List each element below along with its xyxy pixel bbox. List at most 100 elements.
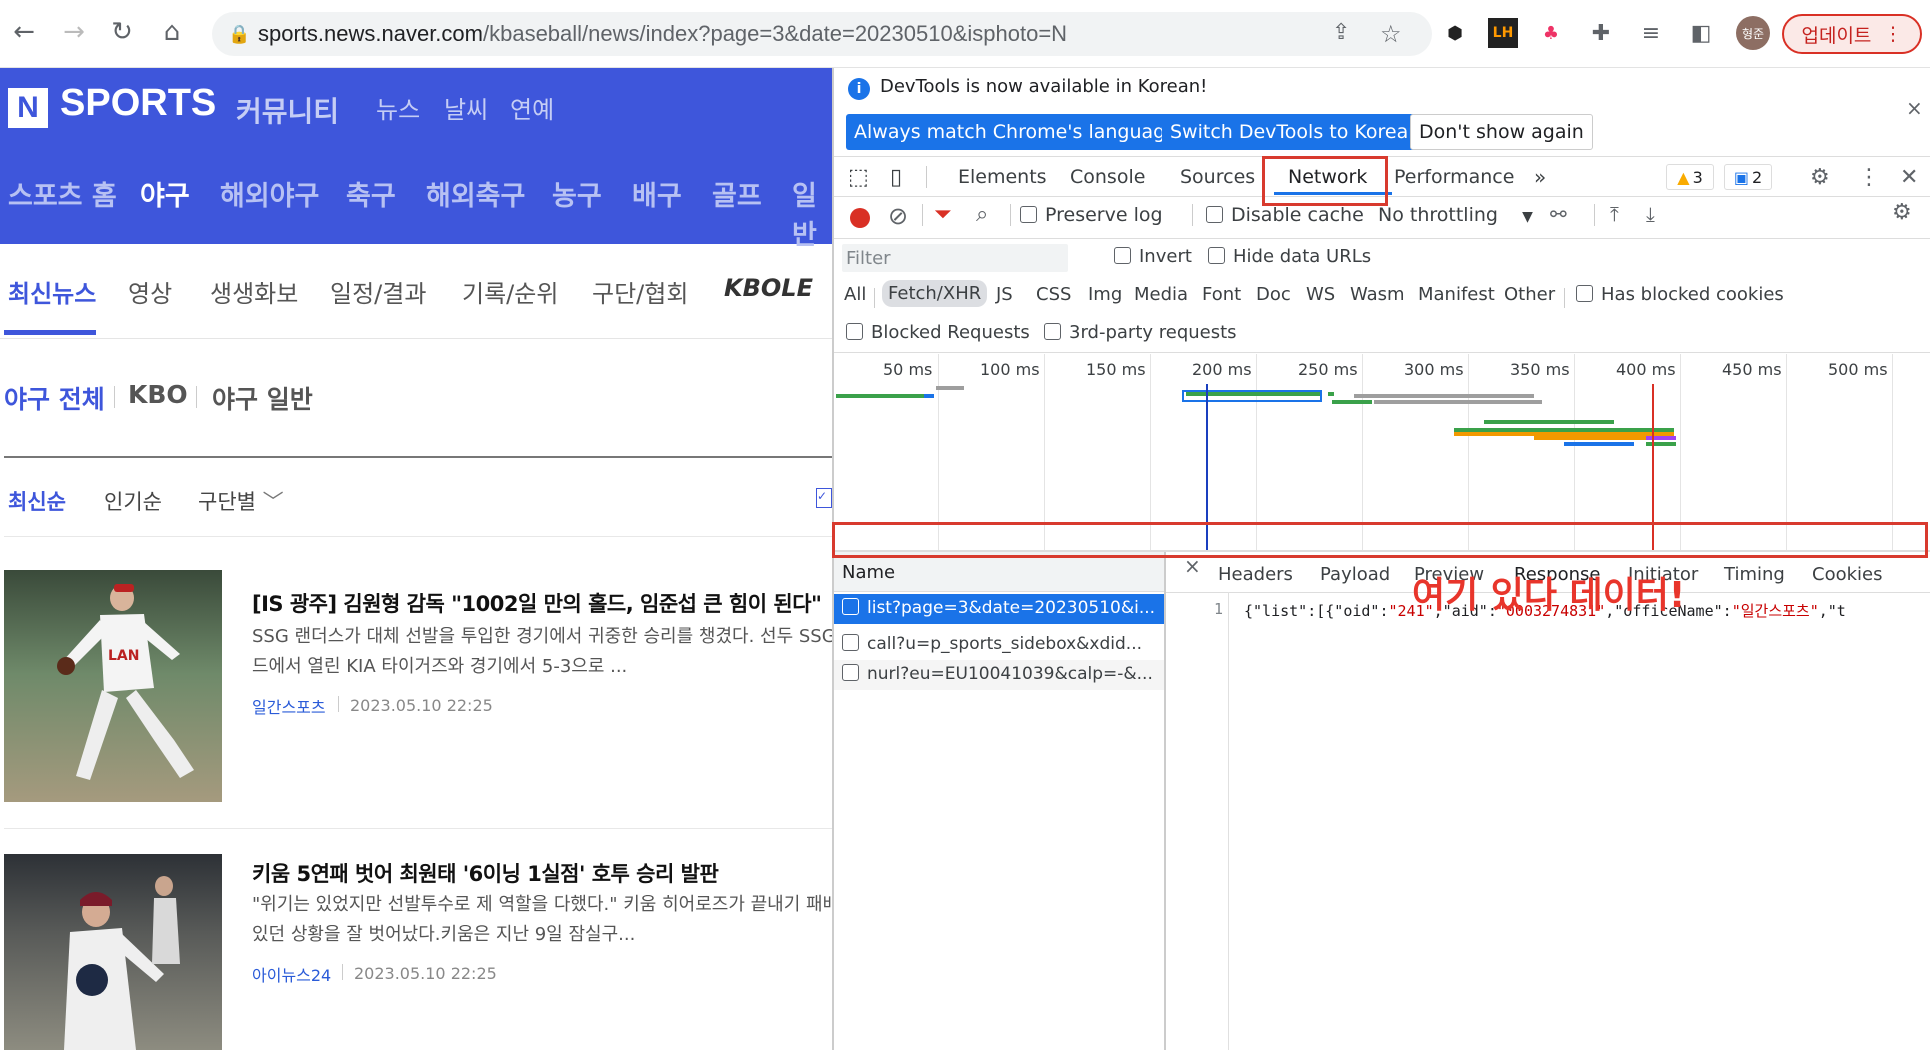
home-icon[interactable]: ⌂	[154, 14, 190, 50]
share-icon[interactable]: ⇪	[1332, 20, 1350, 45]
network-settings-icon[interactable]: ⚙	[1892, 200, 1912, 225]
naver-logo[interactable]: N	[8, 88, 48, 128]
hide-data-urls-checkbox[interactable]: Hide data URLs	[1208, 246, 1371, 267]
record-icon[interactable]	[850, 208, 870, 228]
close-notice-icon[interactable]: ×	[1906, 96, 1923, 120]
detail-tab-payload[interactable]: Payload	[1320, 564, 1390, 585]
name-column-header[interactable]: Name	[834, 552, 1164, 592]
article-thumbnail[interactable]: LAN	[4, 570, 222, 802]
clear-icon[interactable]: ⊘	[888, 202, 908, 230]
tab-schedule[interactable]: 일정/결과	[330, 274, 426, 309]
address-bar[interactable]: 🔒 sports.news.naver.com/kbaseball/news/i…	[212, 12, 1432, 56]
reload-icon[interactable]: ↻	[104, 14, 140, 50]
type-filter-css[interactable]: CSS	[1036, 284, 1071, 305]
forward-icon[interactable]: →	[56, 14, 92, 50]
always-match-language-button[interactable]: Always match Chrome's language	[846, 114, 1185, 150]
column-divider[interactable]	[1164, 552, 1166, 1050]
type-filter-ws[interactable]: WS	[1306, 284, 1335, 305]
extension-tree-icon[interactable]: ♣	[1536, 18, 1566, 48]
warnings-badge[interactable]: ▲ 3	[1666, 164, 1714, 190]
detail-tab-cookies[interactable]: Cookies	[1812, 564, 1882, 585]
more-tabs-icon[interactable]: »	[1534, 158, 1546, 196]
type-filter-media[interactable]: Media	[1134, 284, 1188, 305]
article-summary[interactable]: 있던 상황을 잘 벗어났다.키움은 지난 9일 잠실구...	[252, 920, 832, 950]
dont-show-again-button[interactable]: Don't show again	[1410, 114, 1593, 150]
preserve-log-checkbox[interactable]: Preserve log	[1020, 204, 1163, 226]
nav-baseball[interactable]: 야구	[140, 174, 190, 213]
checkbox-icon[interactable]: ✓	[816, 488, 832, 508]
tab-console[interactable]: Console	[1070, 158, 1145, 196]
switch-to-korean-button[interactable]: Switch DevTools to Korean	[1162, 114, 1429, 150]
article-title[interactable]: [IS 광주] 김원형 감독 "1002일 만의 홀드, 임준섭 큰 힘이 된다…	[252, 588, 822, 618]
device-toolbar-icon[interactable]: ▯	[890, 158, 902, 196]
type-filter-img[interactable]: Img	[1088, 284, 1122, 305]
type-filter-doc[interactable]: Doc	[1256, 284, 1291, 305]
tab-video[interactable]: 영상	[128, 274, 172, 309]
sort-by-team[interactable]: 구단별 ﹀	[198, 486, 284, 516]
table-row[interactable]: nurl?eu=EU10041039&calp=-&...	[834, 660, 1164, 690]
article-source[interactable]: 일간스포츠	[252, 694, 326, 718]
nav-sports-home[interactable]: 스포츠 홈	[8, 174, 117, 213]
bookmark-star-icon[interactable]: ☆	[1380, 20, 1402, 48]
article-title[interactable]: 키움 5연패 벗어 최원태 '6이닝 1실점' 호투 승리 발판	[252, 858, 719, 888]
settings-gear-icon[interactable]: ⚙	[1810, 158, 1830, 196]
type-filter-other[interactable]: Other	[1504, 284, 1555, 305]
reading-list-icon[interactable]: ≡	[1636, 18, 1666, 48]
type-filter-all[interactable]: All	[844, 284, 866, 305]
profile-avatar[interactable]: 형준	[1736, 16, 1770, 50]
sort-popular[interactable]: 인기순	[104, 486, 162, 516]
nav-news[interactable]: 뉴스	[376, 90, 420, 125]
tab-performance[interactable]: Performance	[1394, 158, 1514, 196]
type-filter-wasm[interactable]: Wasm	[1350, 284, 1405, 305]
article-summary[interactable]: SSG 랜더스가 대체 선발을 투입한 경기에서 귀중한 승리를 챙겼다. 선두…	[252, 622, 832, 652]
nav-community[interactable]: 커뮤니티	[236, 90, 339, 130]
extensions-puzzle-icon[interactable]: ✚	[1586, 18, 1616, 48]
sort-latest[interactable]: 최신순	[8, 486, 66, 516]
close-devtools-icon[interactable]: ✕	[1900, 158, 1918, 196]
sports-brand[interactable]: SPORTS	[60, 82, 216, 125]
import-har-icon[interactable]: ⤒	[1610, 202, 1619, 226]
more-options-icon[interactable]: ⋮	[1858, 158, 1880, 196]
tab-latest-news[interactable]: 최신뉴스	[8, 274, 96, 309]
type-filter-fetch-xhr[interactable]: Fetch/XHR	[882, 280, 988, 307]
filter-funnel-icon[interactable]: ⏷	[934, 202, 952, 227]
nav-basketball[interactable]: 농구	[552, 174, 602, 213]
nav-overseas-baseball[interactable]: 해외야구	[220, 174, 319, 213]
side-panel-icon[interactable]: ◧	[1686, 18, 1716, 48]
messages-badge[interactable]: ▣ 2	[1724, 164, 1772, 190]
nav-weather[interactable]: 날씨	[444, 90, 488, 125]
third-party-requests-checkbox[interactable]: 3rd-party requests	[1044, 322, 1237, 343]
search-icon[interactable]: ⌕	[976, 202, 988, 227]
tab-photo[interactable]: 생생화보	[210, 274, 298, 309]
subtab-kbo[interactable]: KBO	[128, 380, 188, 409]
table-row-selected[interactable]: list?page=3&date=20230510&i...	[834, 594, 1164, 624]
nav-entertainment[interactable]: 연예	[510, 90, 554, 125]
tab-elements[interactable]: Elements	[958, 158, 1047, 196]
type-filter-font[interactable]: Font	[1202, 284, 1241, 305]
subtab-all-baseball[interactable]: 야구 전체	[4, 380, 105, 416]
detail-tab-headers[interactable]: Headers	[1218, 564, 1293, 585]
network-conditions-icon[interactable]: ⚯	[1550, 202, 1567, 226]
nav-soccer[interactable]: 축구	[346, 174, 396, 213]
article-source[interactable]: 아이뉴스24	[252, 962, 331, 986]
table-row[interactable]: call?u=p_sports_sidebox&xdid...	[834, 630, 1164, 660]
extension-hex-icon[interactable]: ⬢	[1440, 18, 1470, 48]
subtab-general[interactable]: 야구 일반	[212, 380, 313, 416]
extension-lh-icon[interactable]: LH	[1488, 18, 1518, 48]
tab-records[interactable]: 기록/순위	[462, 274, 558, 309]
article-summary[interactable]: 드에서 열린 KIA 타이거즈와 경기에서 5-3으로 ...	[252, 652, 832, 682]
article-summary[interactable]: "위기는 있었지만 선발투수로 제 역할을 다했다." 키움 히어로즈가 끝내기…	[252, 890, 832, 920]
throttling-select[interactable]: No throttling ▼	[1378, 204, 1533, 226]
nav-overseas-soccer[interactable]: 해외축구	[426, 174, 525, 213]
filter-input[interactable]: Filter	[842, 244, 1068, 272]
tab-kbolegend[interactable]: KBOLE	[724, 274, 813, 302]
back-icon[interactable]: ←	[6, 14, 42, 50]
blocked-requests-checkbox[interactable]: Blocked Requests	[846, 322, 1030, 343]
has-blocked-cookies-checkbox[interactable]: Has blocked cookies	[1576, 284, 1784, 305]
nav-golf[interactable]: 골프	[712, 174, 762, 213]
nav-volleyball[interactable]: 배구	[632, 174, 682, 213]
type-filter-js[interactable]: JS	[996, 284, 1013, 305]
type-filter-manifest[interactable]: Manifest	[1418, 284, 1495, 305]
invert-checkbox[interactable]: Invert	[1114, 246, 1192, 267]
export-har-icon[interactable]: ⤓	[1646, 202, 1655, 226]
